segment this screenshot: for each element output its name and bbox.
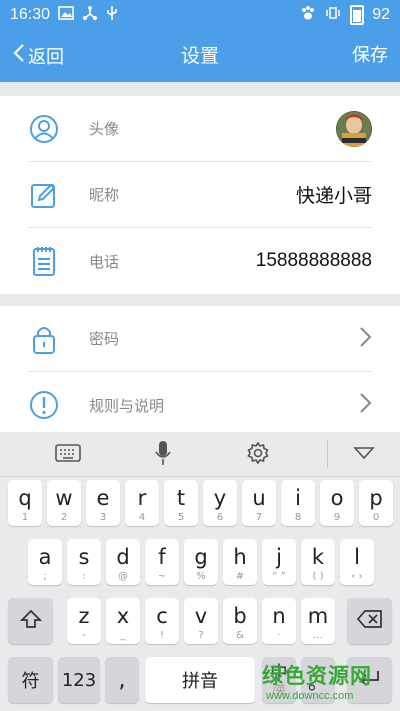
- keyboard-icon: [55, 443, 81, 466]
- key-v[interactable]: v?: [184, 598, 218, 644]
- nickname-value: 快递小哥: [295, 186, 372, 207]
- status-time: 16:30: [10, 6, 51, 23]
- key-s[interactable]: s:: [67, 539, 101, 585]
- battery-level: 92: [372, 6, 390, 23]
- nav-bar: 返回 设置 保存: [0, 30, 400, 82]
- keyboard-toolbar: [0, 432, 400, 477]
- paw-icon: [300, 5, 316, 25]
- key-r[interactable]: r4: [125, 480, 159, 526]
- backspace-icon: [356, 609, 383, 633]
- status-bar: 16:30 92: [0, 0, 400, 30]
- rules-row[interactable]: 规则与说明: [28, 372, 372, 438]
- period-key[interactable]: 。: [301, 657, 335, 703]
- key-e[interactable]: e3: [86, 480, 120, 526]
- image-icon: [58, 6, 74, 24]
- key-j[interactable]: j “ ”: [262, 539, 296, 585]
- key-c[interactable]: c!: [145, 598, 179, 644]
- shift-icon: [19, 609, 42, 634]
- info-icon: [28, 389, 60, 421]
- notepad-icon: [28, 245, 60, 277]
- space-key[interactable]: 拼音: [145, 657, 255, 703]
- password-row[interactable]: 密码: [28, 306, 372, 372]
- nickname-row[interactable]: 昵称 快递小哥: [28, 162, 372, 228]
- key-p[interactable]: p0: [359, 480, 393, 526]
- usb-icon: [106, 5, 118, 25]
- page-title: 设置: [180, 45, 219, 67]
- language-switch-key[interactable]: 中 /英: [262, 657, 296, 703]
- key-m[interactable]: m…: [301, 598, 335, 644]
- comma-key[interactable]: ,: [105, 657, 139, 703]
- user-icon: [28, 113, 60, 145]
- microphone-icon: [154, 440, 172, 470]
- numbers-key[interactable]: 123: [58, 657, 100, 703]
- phone-label: 电话: [89, 252, 120, 271]
- key-q[interactable]: q1: [8, 480, 42, 526]
- vibrate-icon: [324, 5, 342, 25]
- key-d[interactable]: d @: [106, 539, 140, 585]
- edit-icon: [28, 179, 60, 211]
- enter-icon: [358, 669, 382, 692]
- avatar-row[interactable]: 头像: [28, 96, 372, 162]
- avatar-label: 头像: [89, 120, 120, 138]
- keyboard-settings-button[interactable]: [238, 432, 278, 477]
- profile-group: 头像 昵称 快递小哥 电话 15888888888: [0, 96, 400, 294]
- phone-value: 15888888888: [255, 250, 372, 271]
- key-a[interactable]: a;: [28, 539, 62, 585]
- voice-input-button[interactable]: [143, 432, 183, 477]
- enter-key[interactable]: [347, 657, 392, 703]
- chevron-right-icon: [358, 326, 372, 352]
- key-y[interactable]: y6: [203, 480, 237, 526]
- nickname-label: 昵称: [89, 186, 120, 204]
- password-label: 密码: [89, 330, 120, 348]
- key-n[interactable]: n ·: [262, 598, 296, 644]
- avatar[interactable]: [336, 110, 372, 147]
- key-x[interactable]: x _: [106, 598, 140, 644]
- toolbar-divider: [327, 440, 328, 468]
- key-t[interactable]: t5: [164, 480, 198, 526]
- key-z[interactable]: z-: [67, 598, 101, 644]
- battery-icon: [350, 5, 365, 25]
- phone-row[interactable]: 电话 15888888888: [28, 228, 372, 294]
- chevron-right-icon: [358, 392, 372, 418]
- symbols-key[interactable]: 符: [8, 657, 53, 703]
- rules-label: 规则与说明: [89, 396, 165, 415]
- key-k[interactable]: k( ): [301, 539, 335, 585]
- soft-keyboard: q1 w2 e3 r4 t5 y6 u7 i8 o9 p0 a; s: d @ f…: [0, 432, 400, 711]
- key-f[interactable]: f ~: [145, 539, 179, 585]
- backspace-key[interactable]: [347, 598, 392, 644]
- key-u[interactable]: u7: [242, 480, 276, 526]
- key-l[interactable]: l ‹ ›: [340, 539, 374, 585]
- gear-icon: [246, 441, 270, 469]
- save-button[interactable]: 保存: [352, 30, 388, 82]
- key-g[interactable]: g%: [184, 539, 218, 585]
- key-i[interactable]: i8: [281, 480, 315, 526]
- key-w[interactable]: w2: [47, 480, 81, 526]
- triangle-down-icon: [353, 445, 375, 464]
- settings-group: 密码 规则与说明: [0, 306, 400, 432]
- share-icon: [82, 5, 98, 25]
- lock-icon: [28, 323, 60, 355]
- key-b[interactable]: b &: [223, 598, 257, 644]
- key-o[interactable]: o9: [320, 480, 354, 526]
- key-h[interactable]: h #: [223, 539, 257, 585]
- hide-keyboard-button[interactable]: [344, 432, 384, 477]
- shift-key[interactable]: [8, 598, 53, 644]
- keyboard-switch-button[interactable]: [48, 432, 88, 477]
